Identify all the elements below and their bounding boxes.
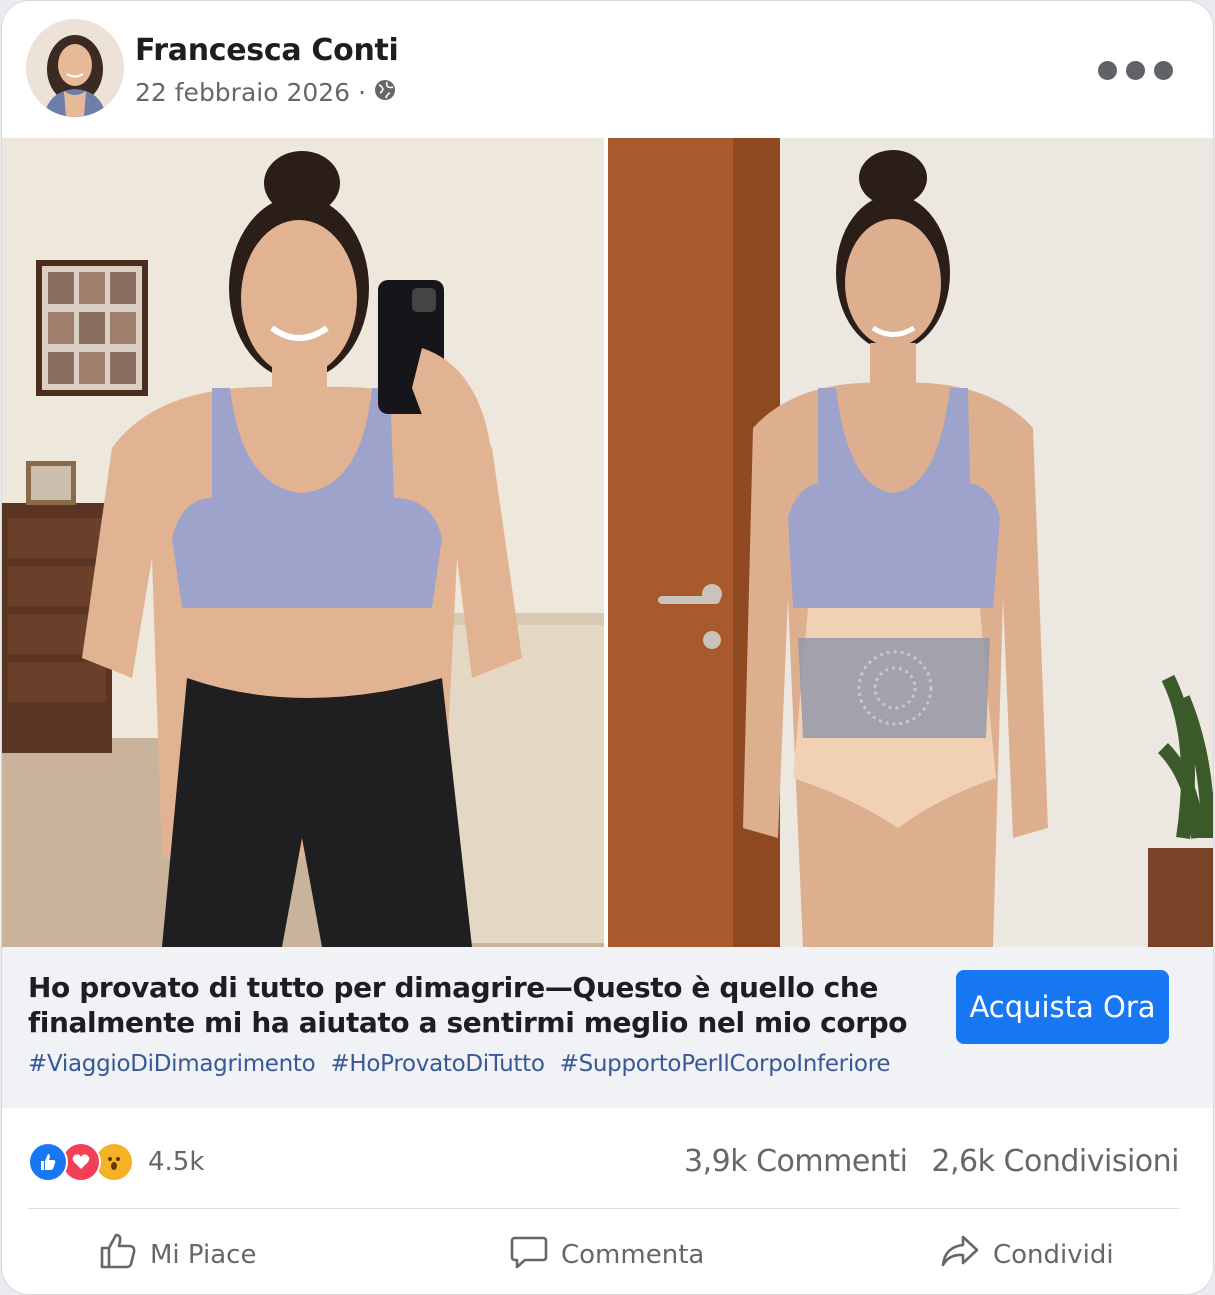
avatar[interactable] — [26, 19, 124, 117]
hashtag-list: #ViaggioDiDimagrimento #HoProvatoDiTutto… — [28, 1051, 898, 1077]
hashtag-link[interactable]: #HoProvatoDiTutto — [330, 1051, 544, 1077]
post-photos[interactable] — [2, 138, 1213, 947]
ad-cta-section: Ho provato di tutto per dimagrire—Questo… — [2, 947, 1213, 1108]
post-header: Francesca Conti 22 febbraio 2026 · — [2, 1, 1213, 138]
post-actions: Mi Piace Commenta Condividi — [2, 1211, 1213, 1294]
reactions-summary[interactable]: 4.5k — [28, 1142, 204, 1182]
globe-icon — [374, 78, 396, 107]
buy-now-button[interactable]: Acquista Ora — [956, 970, 1169, 1044]
post-meta: 22 febbraio 2026 · — [135, 78, 396, 107]
like-label: Mi Piace — [150, 1239, 257, 1270]
before-photo[interactable] — [2, 138, 604, 947]
author-name[interactable]: Francesca Conti — [135, 33, 399, 68]
meta-separator: · — [358, 78, 367, 107]
share-label: Condividi — [993, 1239, 1114, 1270]
like-button[interactable]: Mi Piace — [98, 1231, 256, 1278]
engagement-counts: 3,9k Commenti 2,6k Condivisioni — [684, 1144, 1180, 1179]
thumbs-up-icon — [98, 1231, 138, 1278]
post-stats: 4.5k 3,9k Commenti 2,6k Condivisioni — [2, 1109, 1213, 1209]
comments-count[interactable]: 3,9k Commenti — [684, 1144, 908, 1179]
comment-button[interactable]: Commenta — [509, 1231, 704, 1278]
hashtag-link[interactable]: #ViaggioDiDimagrimento — [28, 1051, 316, 1077]
post-card: Francesca Conti 22 febbraio 2026 · Ho pr… — [1, 0, 1214, 1295]
share-button[interactable]: Condividi — [939, 1231, 1114, 1278]
after-photo[interactable] — [608, 138, 1213, 947]
actions-divider — [28, 1208, 1179, 1209]
comment-icon — [509, 1231, 549, 1278]
more-dot — [1098, 61, 1117, 80]
like-reaction-icon — [28, 1142, 68, 1182]
more-dot — [1126, 61, 1145, 80]
more-dot — [1154, 61, 1173, 80]
post-date[interactable]: 22 febbraio 2026 — [135, 78, 350, 107]
comment-label: Commenta — [561, 1239, 705, 1270]
share-icon — [939, 1231, 981, 1278]
shares-count[interactable]: 2,6k Condivisioni — [931, 1144, 1179, 1179]
reactions-count: 4.5k — [148, 1147, 205, 1177]
hashtag-link[interactable]: #SupportoPerIlCorpoInferiore — [560, 1051, 891, 1077]
more-options-icon[interactable] — [1098, 61, 1173, 80]
ad-headline[interactable]: Ho provato di tutto per dimagrire—Questo… — [28, 970, 928, 1040]
